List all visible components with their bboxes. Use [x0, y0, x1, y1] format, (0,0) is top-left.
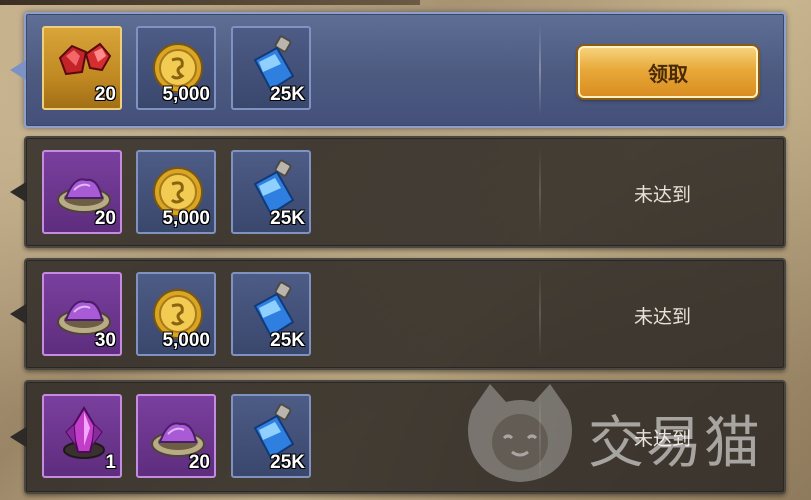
reward-row-2: 20 5,000 25K 未达到 [10, 136, 786, 248]
row-pointer-arrow-icon [10, 304, 26, 324]
top-edge-bar [0, 0, 420, 5]
reward-row-4: 1 20 25K 未达到 [10, 380, 786, 494]
row-divider [539, 24, 541, 116]
row-pointer-arrow-icon [10, 182, 26, 202]
reward-slot-purple-powder[interactable]: 30 [42, 272, 122, 356]
status-label: 未达到 [633, 306, 691, 328]
reward-slot-red-gems[interactable]: 20 [42, 26, 122, 110]
reward-slot-blue-potion[interactable]: 25K [231, 394, 311, 478]
reward-row-3: 30 5,000 25K 未达到 [10, 258, 786, 370]
item-count: 25K [270, 452, 305, 473]
reward-slot-gold-coin[interactable]: 5,000 [136, 272, 216, 356]
reward-slot-gold-coin[interactable]: 5,000 [136, 150, 216, 234]
reward-slot-gold-coin[interactable]: 5,000 [136, 26, 216, 110]
item-count: 1 [105, 452, 116, 473]
reward-slot-blue-potion[interactable]: 25K [231, 150, 311, 234]
reward-slot-purple-powder[interactable]: 20 [42, 150, 122, 234]
item-count: 25K [270, 330, 305, 351]
reward-slot-purple-powder[interactable]: 20 [136, 394, 216, 478]
row-pointer-arrow-icon [10, 60, 26, 80]
reward-slot-purple-crystal[interactable]: 1 [42, 394, 122, 478]
item-count: 25K [270, 84, 305, 105]
reward-slot-blue-potion[interactable]: 25K [231, 272, 311, 356]
claim-button[interactable]: 领取 [578, 46, 758, 98]
reward-slot-blue-potion[interactable]: 25K [231, 26, 311, 110]
reward-row-1: 20 5,000 25K 领取 [10, 12, 786, 128]
status-label: 未达到 [633, 428, 691, 450]
item-count: 5,000 [162, 330, 210, 351]
status-label: 未达到 [633, 184, 691, 206]
item-count: 30 [94, 330, 116, 351]
item-count: 20 [94, 84, 116, 105]
item-count: 20 [94, 208, 116, 229]
item-count: 5,000 [162, 84, 210, 105]
item-count: 25K [270, 208, 305, 229]
row-pointer-arrow-icon [10, 427, 26, 447]
item-count: 5,000 [162, 208, 210, 229]
item-count: 20 [188, 452, 210, 473]
